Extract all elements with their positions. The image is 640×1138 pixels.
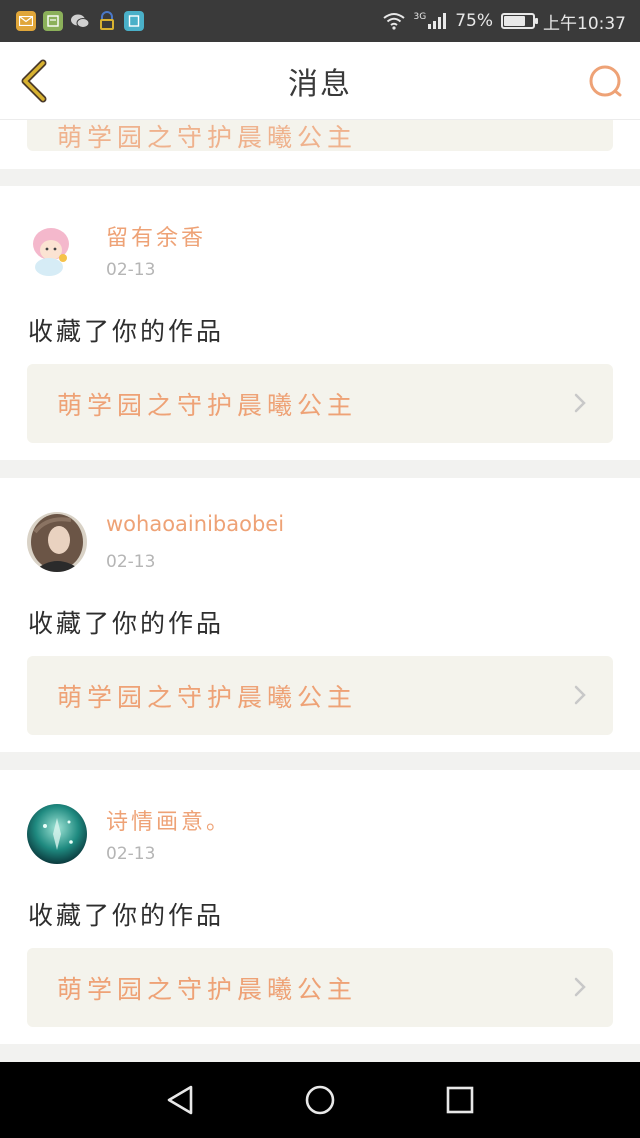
page-title: 消息	[288, 66, 352, 102]
work-link[interactable]: 萌学园之守护晨曦公主	[27, 364, 613, 443]
avatar[interactable]	[27, 220, 87, 280]
system-indicators: 3G 75% 上午10:37	[382, 9, 626, 34]
back-button[interactable]	[16, 58, 52, 104]
signal-icon: 3G	[414, 12, 448, 30]
nav-recents-button[interactable]	[430, 1070, 490, 1130]
action-text: 收藏了你的作品	[28, 317, 225, 346]
wifi-icon	[382, 13, 405, 30]
work-title: 萌学园之守护晨曦公主	[57, 122, 358, 152]
username[interactable]: 诗情画意。	[106, 804, 231, 836]
notification-icons	[16, 11, 144, 31]
username[interactable]: wohaoainibaobei	[106, 512, 284, 536]
avatar[interactable]	[27, 804, 87, 864]
battery-percent: 75%	[455, 11, 493, 31]
list-item: 诗情画意。 02-13 收藏了你的作品 萌学园之守护晨曦公主	[0, 770, 640, 1044]
battery-level	[504, 16, 525, 26]
nav-back-button[interactable]	[150, 1070, 210, 1130]
message-date: 02-13	[106, 552, 156, 572]
triangle-back-icon	[167, 1085, 193, 1115]
network-type: 3G	[413, 12, 427, 22]
work-link[interactable]: 萌学园之守护晨曦公主	[27, 656, 613, 735]
calendar-app-icon	[43, 11, 63, 31]
username[interactable]: 留有余香	[106, 220, 206, 252]
status-bar: 3G 75% 上午10:37	[0, 0, 640, 42]
action-text: 收藏了你的作品	[28, 901, 225, 930]
status-time: 上午10:37	[543, 13, 626, 34]
work-title: 萌学园之守护晨曦公主	[57, 682, 358, 712]
list-item: 留有余香 02-13 收藏了你的作品 萌学园之守护晨曦公主	[0, 186, 640, 460]
book-app-icon	[124, 11, 144, 31]
chevron-right-icon	[574, 393, 586, 413]
mail-app-icon	[16, 11, 36, 31]
lock-app-icon	[97, 11, 117, 31]
chevron-left-icon	[21, 59, 47, 103]
wechat-app-icon	[70, 11, 90, 31]
nav-home-button[interactable]	[290, 1070, 350, 1130]
work-title: 萌学园之守护晨曦公主	[57, 390, 358, 420]
work-title: 萌学园之守护晨曦公主	[57, 974, 358, 1004]
app-header: 消息	[0, 42, 640, 120]
system-nav-bar	[0, 1062, 640, 1138]
search-icon	[589, 65, 622, 97]
chevron-right-icon	[574, 685, 586, 705]
search-button[interactable]	[586, 62, 626, 102]
avatar[interactable]	[27, 512, 87, 572]
work-link[interactable]: 萌学园之守护晨曦公主	[27, 948, 613, 1027]
chevron-right-icon	[574, 977, 586, 997]
battery-icon	[501, 13, 538, 29]
action-text: 收藏了你的作品	[28, 609, 225, 638]
message-list[interactable]: 萌学园之守护晨曦公主 留有余香 02-13 收藏了你的作品 萌学园之守护晨曦公主	[0, 120, 640, 1062]
list-item: 萌学园之守护晨曦公主	[0, 120, 640, 169]
list-item: wohaoainibaobei 02-13 收藏了你的作品 萌学园之守护晨曦公主	[0, 478, 640, 752]
circle-home-icon	[305, 1085, 335, 1115]
message-date: 02-13	[106, 260, 156, 280]
work-link[interactable]: 萌学园之守护晨曦公主	[27, 120, 613, 151]
square-recents-icon	[446, 1086, 474, 1114]
message-date: 02-13	[106, 844, 156, 864]
